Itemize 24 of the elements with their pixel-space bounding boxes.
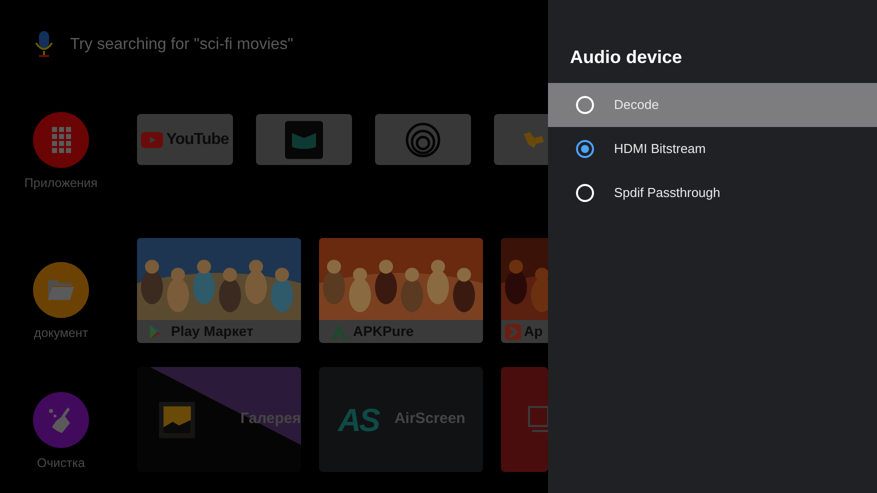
app-label: Приложения [24,175,98,192]
radio-option[interactable]: HDMI Bitstream [548,127,877,171]
rings-logo-icon [405,122,441,158]
app-label: Очистка [37,455,85,472]
app-tile[interactable] [256,114,352,165]
search-field[interactable]: Try searching for "sci-fi movies" [68,32,368,58]
app-logo-icon [285,120,323,158]
radio-option[interactable]: Spdif Passthrough [548,171,877,215]
app-tile[interactable] [375,114,471,165]
app-card[interactable]: Галерея [137,367,301,472]
apps-grid-icon [52,127,70,153]
apkpure-icon [331,324,347,340]
app-label: документ [34,325,88,342]
app-logo-icon [524,132,544,148]
radio-button[interactable] [576,140,594,158]
folder-icon [48,280,74,300]
dialog-title: Audio device [569,46,684,69]
app-name: Галерея [240,409,301,430]
monitor-icon [528,406,548,434]
logo-text: AS [338,400,378,440]
radio-option[interactable]: Decode [548,83,877,127]
microphone-icon[interactable] [34,31,54,59]
play-logo-icon [141,132,164,148]
photo-frame-icon [159,400,196,440]
